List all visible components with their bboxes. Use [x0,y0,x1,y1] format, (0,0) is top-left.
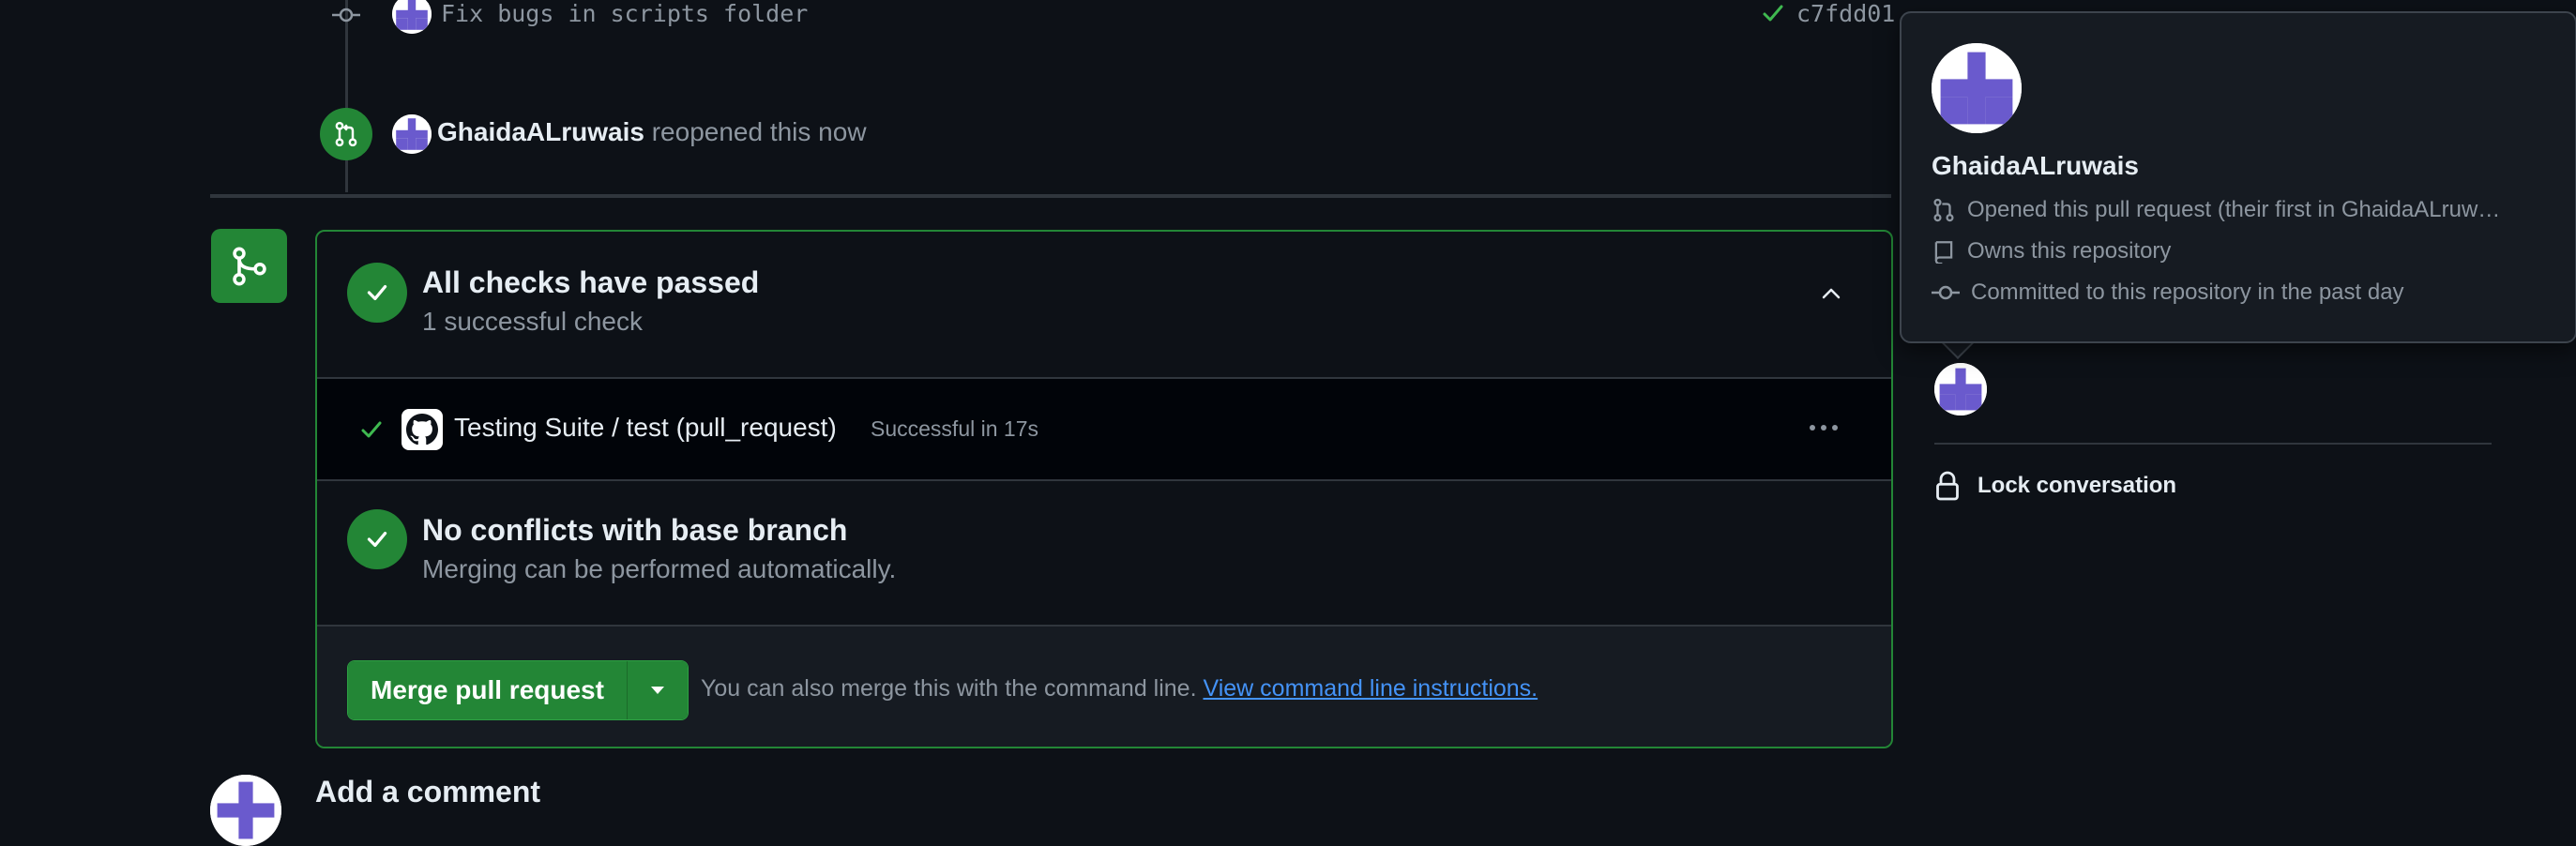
hovercard-row-owns-repo: Owns this repository [1932,234,2551,268]
check-circle-icon [347,263,407,323]
lock-icon [1936,471,1959,501]
merge-actions: Merge pull request You can also merge th… [317,625,1891,747]
add-comment-title: Add a comment [315,775,541,808]
hovercard-username[interactable]: GhaidaALruwais [1932,151,2139,181]
identicon-icon [392,114,432,154]
merge-pull-request-button[interactable]: Merge pull request [348,661,628,719]
conflicts-subtitle: Merging can be performed automatically. [422,554,897,583]
merge-box: All checks have passed 1 successful chec… [315,230,1893,748]
checks-title: All checks have passed [422,265,760,299]
check-icon [1763,5,1783,22]
repo-icon [1934,241,1953,264]
more-options-icon[interactable] [1803,409,1844,446]
user-hovercard: GhaidaALruwais Opened this pull request … [1900,11,2576,343]
identicon-icon [210,775,281,846]
github-logo-icon [402,409,443,450]
event-action: reopened this now [651,117,867,146]
git-commit-icon [1932,285,1960,300]
check-name[interactable]: Testing Suite / test (pull_request) [454,413,837,443]
merge-method-dropdown[interactable] [627,661,688,719]
pull-request-icon [1933,198,1954,222]
check-icon [361,421,382,438]
avatar[interactable] [392,114,432,154]
hovercard-row-opened-pr: Opened this pull request (their first in… [1932,193,2551,227]
checks-summary[interactable]: All checks have passed 1 successful chec… [317,232,1891,377]
timeline-event: GhaidaALruwais reopened this now [437,113,867,151]
lock-conversation-button[interactable]: Lock conversation [1934,471,2176,501]
avatar [210,775,281,846]
git-commit-icon [332,8,360,23]
conflicts-title: No conflicts with base branch [422,513,848,547]
checks-subtitle: 1 successful check [422,307,643,336]
check-status: Successful in 17s [871,416,1038,441]
merge-button-group: Merge pull request [347,660,689,720]
identicon-icon [1934,363,1987,415]
conflicts-summary: No conflicts with base branch Merging ca… [317,479,1891,625]
merge-hint: You can also merge this with the command… [701,675,1538,702]
triangle-down-icon [650,687,664,694]
hovercard-row-text: Opened this pull request (their first in… [1967,197,2501,222]
identicon-icon [392,0,432,34]
hovercard-row-text: Committed to this repository in the past… [1971,279,2404,305]
identicon-icon [1932,43,2022,133]
check-item-row[interactable]: Testing Suite / test (pull_request) Succ… [317,377,1891,481]
timeline-line [345,0,348,192]
check-circle-icon [347,509,407,569]
event-username[interactable]: GhaidaALruwais [437,117,644,146]
timeline-divider [210,194,1891,198]
commit-sha[interactable]: c7fdd01 [1796,0,1895,28]
hovercard-row-text: Owns this repository [1967,238,2172,264]
participant-avatar[interactable] [1934,363,1987,415]
sidebar-divider [1934,443,2492,445]
command-line-instructions-link[interactable]: View command line instructions. [1203,675,1538,702]
pull-request-icon [320,108,372,160]
hovercard-avatar[interactable] [1932,43,2022,133]
chevron-up-icon[interactable] [1816,282,1846,305]
lock-conversation-label: Lock conversation [1977,473,2177,498]
commit-message[interactable]: Fix bugs in scripts folder [441,0,808,28]
merge-hint-text: You can also merge this with the command… [701,675,1197,702]
hovercard-row-committed: Committed to this repository in the past… [1932,276,2551,310]
avatar[interactable] [392,0,432,34]
git-merge-icon [211,229,287,303]
